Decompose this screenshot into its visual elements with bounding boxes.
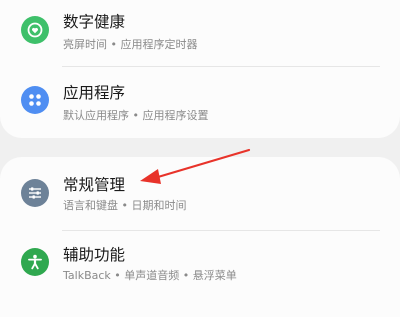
settings-item-accessibility[interactable]: 辅助功能 TalkBack • 单声道音频 • 悬浮菜单 <box>0 234 400 296</box>
settings-item-apps[interactable]: 应用程序 默认应用程序 • 应用程序设置 <box>0 70 400 132</box>
item-subtitle: TalkBack • 单声道音频 • 悬浮菜单 <box>63 269 237 282</box>
item-subtitle: 亮屏时间 • 应用程序定时器 <box>63 38 198 51</box>
settings-item-general-management[interactable]: 常规管理 语言和键盘 • 日期和时间 <box>0 163 400 225</box>
accessibility-person-icon <box>21 248 49 276</box>
item-title: 辅助功能 <box>63 246 126 264</box>
divider <box>62 66 380 67</box>
item-title: 常规管理 <box>63 176 126 194</box>
item-subtitle: 默认应用程序 • 应用程序设置 <box>63 109 209 122</box>
sliders-icon <box>21 179 49 207</box>
settings-item-digital-wellbeing[interactable]: 数字健康 亮屏时间 • 应用程序定时器 <box>0 0 400 62</box>
heart-circle-icon <box>21 16 49 44</box>
item-title: 应用程序 <box>63 84 126 102</box>
item-subtitle: 语言和键盘 • 日期和时间 <box>63 199 187 212</box>
apps-grid-icon <box>21 86 49 114</box>
item-title: 数字健康 <box>63 13 126 31</box>
divider <box>62 230 380 231</box>
